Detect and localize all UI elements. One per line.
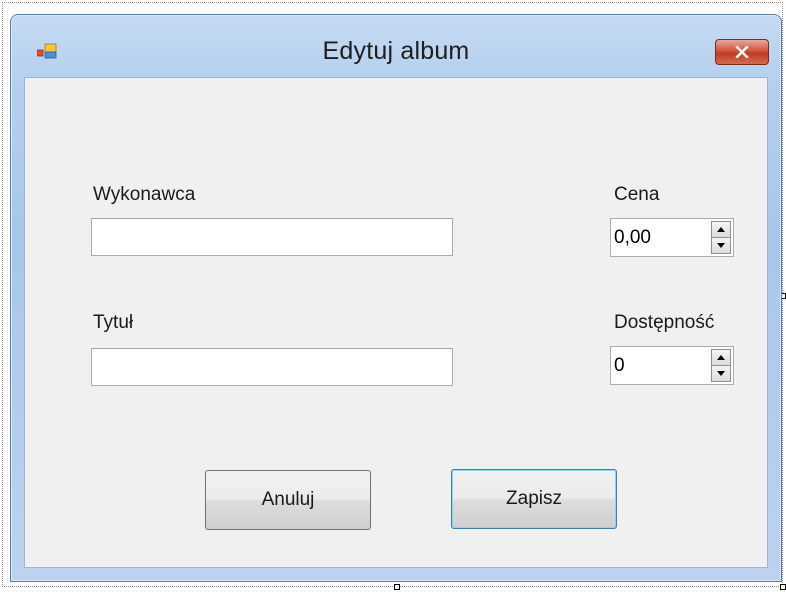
save-button[interactable]: Zapisz — [451, 469, 617, 529]
cancel-button[interactable]: Anuluj — [205, 470, 371, 530]
arrow-down-icon — [717, 371, 725, 376]
price-decrement-button[interactable] — [711, 238, 731, 254]
artist-label: Wykonawca — [93, 184, 196, 205]
title-bar[interactable]: Edytuj album — [11, 15, 781, 77]
arrow-down-icon — [717, 243, 725, 248]
price-label: Cena — [614, 184, 660, 205]
dialog-window: Edytuj album Wykonawca Tytuł Cena 0,00 D… — [10, 14, 782, 582]
form-client-area: Wykonawca Tytuł Cena 0,00 Dostępność 0 A… — [24, 77, 768, 568]
window-title: Edytuj album — [322, 37, 470, 65]
arrow-up-icon — [717, 355, 725, 360]
artist-input[interactable] — [91, 218, 453, 256]
stock-numeric-updown[interactable]: 0 — [610, 346, 734, 385]
price-increment-button[interactable] — [711, 221, 731, 238]
resize-handle-bottom[interactable] — [394, 584, 400, 590]
price-value[interactable]: 0,00 — [614, 227, 651, 249]
price-spinner[interactable] — [711, 221, 731, 254]
stock-label: Dostępność — [614, 312, 715, 333]
resize-handle-bottom-right[interactable] — [780, 584, 786, 590]
arrow-up-icon — [717, 227, 725, 232]
price-numeric-updown[interactable]: 0,00 — [610, 218, 734, 257]
title-label: Tytuł — [93, 312, 134, 333]
stock-value[interactable]: 0 — [614, 355, 625, 377]
stock-spinner[interactable] — [711, 349, 731, 382]
stock-increment-button[interactable] — [711, 349, 731, 366]
close-button[interactable] — [715, 39, 769, 65]
title-input[interactable] — [91, 348, 453, 386]
stock-decrement-button[interactable] — [711, 366, 731, 382]
close-icon — [735, 46, 749, 58]
